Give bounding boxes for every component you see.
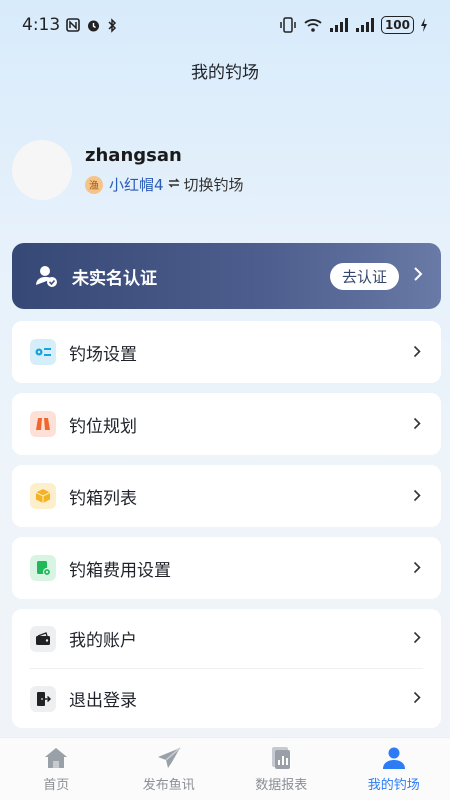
chevron-right-icon bbox=[413, 629, 421, 648]
avatar[interactable] bbox=[12, 140, 72, 200]
verify-status-label: 未实名认证 bbox=[72, 268, 157, 289]
vibrate-icon bbox=[279, 17, 297, 33]
planning-icon bbox=[30, 411, 56, 437]
username: zhangsan bbox=[85, 145, 182, 166]
menu-item-settings[interactable]: 钓场设置 bbox=[12, 321, 441, 383]
status-left: 4:13 bbox=[22, 15, 117, 35]
menu-card-box-fee: 钓箱费用设置 bbox=[12, 537, 441, 599]
tab-publish[interactable]: 发布鱼讯 bbox=[113, 738, 226, 800]
bottom-tab-bar: 首页 发布鱼讯 数据报表 我的钓场 bbox=[0, 737, 450, 800]
battery-indicator: 100 bbox=[380, 16, 414, 34]
profile-info: zhangsan 渔 小红帽4 切换钓场 bbox=[85, 145, 244, 195]
report-icon bbox=[268, 745, 294, 771]
alarm-icon bbox=[86, 18, 101, 33]
chevron-right-icon bbox=[413, 689, 421, 708]
tab-publish-label: 发布鱼讯 bbox=[142, 778, 195, 793]
chevron-right-icon bbox=[413, 415, 421, 434]
tab-home[interactable]: 首页 bbox=[0, 738, 113, 800]
send-icon bbox=[156, 745, 182, 771]
chevron-right-icon bbox=[413, 487, 421, 506]
tab-reports-label: 数据报表 bbox=[255, 778, 308, 793]
menu-card-box-list: 钓箱列表 bbox=[12, 465, 441, 527]
nfc-icon bbox=[66, 18, 80, 32]
tab-reports[interactable]: 数据报表 bbox=[225, 738, 338, 800]
tab-mine[interactable]: 我的钓场 bbox=[338, 738, 450, 800]
tab-mine-label: 我的钓场 bbox=[367, 778, 420, 793]
menu-item-box-list[interactable]: 钓箱列表 bbox=[12, 465, 441, 527]
status-time: 4:13 bbox=[22, 15, 61, 35]
menu-item-planning[interactable]: 钓位规划 bbox=[12, 393, 441, 455]
menu-label-settings: 钓场设置 bbox=[69, 344, 137, 365]
switch-icon bbox=[167, 177, 180, 193]
switch-farm-row[interactable]: 渔 小红帽4 切换钓场 bbox=[85, 174, 244, 195]
user-icon bbox=[381, 745, 407, 771]
menu-item-logout[interactable]: 退出登录 bbox=[12, 669, 441, 728]
signal-icon-2 bbox=[355, 18, 375, 32]
menu-card-account: 我的账户 退出登录 bbox=[12, 609, 441, 728]
fee-settings-icon bbox=[30, 555, 56, 581]
chevron-right-icon bbox=[413, 559, 421, 578]
menu-label-box-list: 钓箱列表 bbox=[69, 488, 137, 509]
go-verify-button[interactable]: 去认证 bbox=[329, 262, 399, 290]
menu-card-settings: 钓场设置 bbox=[12, 321, 441, 383]
chevron-right-icon bbox=[413, 266, 423, 287]
tab-home-label: 首页 bbox=[43, 778, 70, 793]
menu-card-planning: 钓位规划 bbox=[12, 393, 441, 455]
status-right: 100 bbox=[279, 16, 428, 34]
wifi-icon bbox=[303, 17, 323, 33]
logout-icon bbox=[30, 685, 56, 712]
menu-item-account[interactable]: 我的账户 bbox=[12, 609, 441, 668]
wallet-icon bbox=[30, 625, 56, 652]
current-farm-name: 小红帽4 bbox=[109, 176, 164, 194]
menu-label-planning: 钓位规划 bbox=[69, 416, 137, 437]
home-icon bbox=[43, 745, 69, 771]
farm-badge-icon: 渔 bbox=[85, 175, 103, 194]
profile-section: zhangsan 渔 小红帽4 切换钓场 bbox=[12, 140, 244, 200]
menu-label-logout: 退出登录 bbox=[69, 691, 137, 711]
menu-label-box-fee: 钓箱费用设置 bbox=[69, 560, 171, 581]
box-icon bbox=[30, 483, 56, 509]
signal-icon-1 bbox=[329, 18, 349, 32]
verify-banner[interactable]: 未实名认证 去认证 bbox=[12, 243, 441, 309]
status-bar: 4:13 100 bbox=[0, 0, 450, 50]
bluetooth-icon bbox=[107, 17, 117, 33]
menu-item-box-fee[interactable]: 钓箱费用设置 bbox=[12, 537, 441, 599]
menu-label-account: 我的账户 bbox=[69, 631, 137, 651]
user-verify-icon bbox=[34, 263, 60, 289]
chevron-right-icon bbox=[413, 343, 421, 362]
settings-icon bbox=[30, 339, 56, 365]
page-title: 我的钓场 bbox=[191, 63, 259, 83]
switch-farm-label: 切换钓场 bbox=[183, 176, 244, 194]
charging-icon bbox=[420, 18, 428, 32]
